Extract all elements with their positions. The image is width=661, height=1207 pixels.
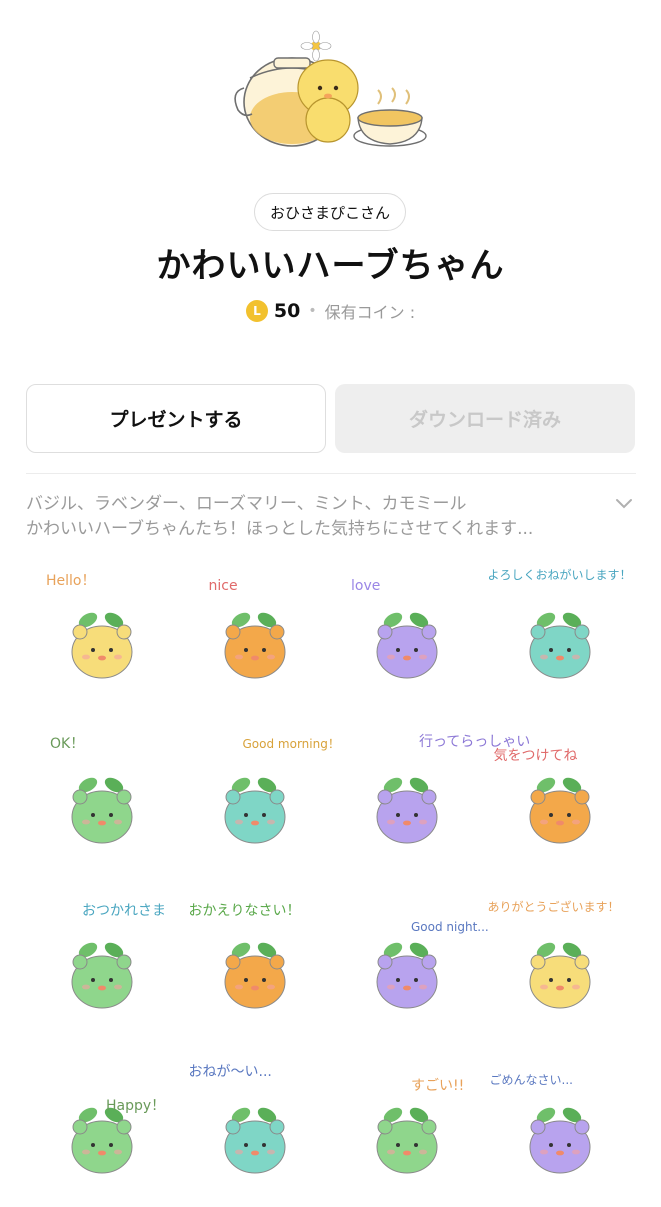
author-name: おひさまぴこさん	[269, 203, 390, 222]
sticker-caption: nice	[208, 578, 238, 594]
sticker-4[interactable]: よろしくおねがいします！	[484, 560, 636, 712]
description-line-1: バジル、ラベンダー、ローズマリー、ミント、カモミール	[26, 494, 467, 514]
sticker-8[interactable]: 気をつけてね	[484, 725, 636, 877]
sticker-1[interactable]: Hello！	[26, 560, 178, 712]
description[interactable]: バジル、ラベンダー、ローズマリー、ミント、カモミール かわいいハーブちゃんたち！…	[26, 492, 596, 542]
sticker-character-icon	[376, 942, 438, 1009]
sticker-hero-image	[0, 0, 661, 170]
sticker-3[interactable]: love	[331, 560, 483, 712]
sticker-12[interactable]: ありがとうございます！	[484, 890, 636, 1042]
sticker-character-icon	[224, 612, 285, 679]
sticker-character-icon	[71, 777, 133, 844]
sticker-13[interactable]: Happy！	[26, 1055, 178, 1207]
downloaded-button: ダウンロード済み	[335, 384, 635, 453]
sticker-2[interactable]: nice	[179, 560, 331, 712]
coin-icon: L	[245, 300, 268, 322]
sticker-caption: おつかれさま	[82, 903, 166, 919]
gift-button[interactable]: プレゼントする	[26, 384, 326, 453]
sticker-caption: ごめんなさい...	[489, 1073, 573, 1087]
sticker-caption: Good morning！	[242, 737, 340, 751]
sticker-5[interactable]: OK！	[26, 725, 178, 877]
sticker-14[interactable]: おねが〜い...	[179, 1055, 331, 1207]
sticker-15[interactable]: すごい!!	[331, 1055, 483, 1207]
gift-button-label: プレゼントする	[109, 409, 243, 431]
sticker-11[interactable]: Good night...	[331, 890, 489, 1042]
sticker-character-icon	[71, 1107, 133, 1174]
separator-dot: •	[308, 303, 317, 319]
sticker-caption: Good night...	[411, 920, 489, 934]
sticker-caption: おかえりなさい！	[188, 903, 301, 919]
sticker-6[interactable]: Good morning！	[179, 725, 340, 877]
sticker-caption: Hello！	[46, 573, 96, 589]
sticker-10[interactable]: おかえりなさい！	[179, 890, 331, 1042]
sticker-7[interactable]: 行ってらっしゃい	[331, 725, 530, 877]
sticker-caption: ありがとうございます！	[487, 900, 620, 914]
sticker-caption: OK！	[50, 736, 85, 752]
sticker-caption: 気をつけてね	[493, 748, 578, 764]
downloaded-button-label: ダウンロード済み	[408, 409, 561, 431]
author-link[interactable]: おひさまぴこさん	[254, 193, 406, 231]
sticker-caption: よろしくおねがいします！	[487, 568, 632, 582]
chevron-down-icon[interactable]	[614, 497, 634, 511]
description-line-2: かわいいハーブちゃんたち！ほっとした気持ちにさせてくれます...	[26, 519, 534, 539]
page-title: かわいいハーブちゃん	[156, 246, 505, 286]
sticker-16[interactable]: ごめんなさい...	[484, 1055, 636, 1207]
sticker-caption: love	[351, 578, 381, 594]
owned-coins-label: 保有コイン :	[324, 303, 416, 322]
sticker-caption: すごい!!	[411, 1078, 465, 1094]
sticker-9[interactable]: おつかれさま	[26, 890, 178, 1042]
divider	[26, 473, 636, 474]
sticker-caption: おねが〜い...	[188, 1064, 272, 1080]
sticker-caption: Happy！	[106, 1098, 166, 1114]
price-amount: 50	[273, 300, 301, 322]
price-row: L 50 • 保有コイン :	[0, 296, 661, 326]
